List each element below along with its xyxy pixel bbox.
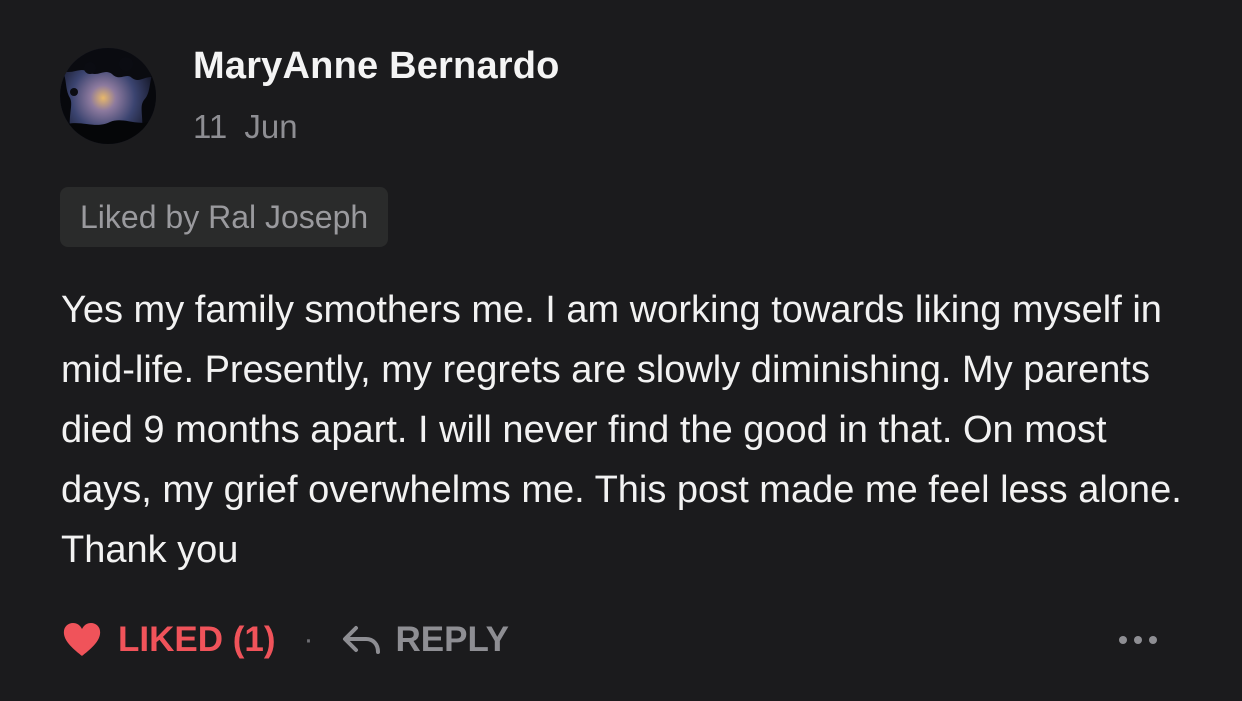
more-dots-icon	[1119, 636, 1157, 644]
liked-by-badge: Liked by Ral Joseph	[60, 187, 389, 247]
more-options-button[interactable]	[1116, 622, 1160, 658]
action-separator: ·	[303, 623, 314, 656]
like-button[interactable]: LIKED (1)	[62, 620, 276, 660]
comment-date[interactable]: 11 Jun	[193, 108, 298, 146]
comment-body: Yes my family smothers me. I am working …	[61, 289, 1182, 571]
author-name[interactable]: MaryAnne Bernardo	[193, 45, 560, 88]
avatar-image	[60, 48, 156, 144]
avatar[interactable]	[60, 48, 156, 144]
like-label: LIKED (1)	[118, 620, 276, 659]
comment-actions: LIKED (1) · REPLY	[62, 612, 509, 668]
comment-card: MaryAnne Bernardo 11 Jun Liked by Ral Jo…	[0, 0, 1242, 701]
reply-label: REPLY	[395, 620, 509, 659]
heart-icon	[63, 623, 101, 656]
reply-arrow-icon	[342, 626, 380, 654]
reply-button[interactable]: REPLY	[342, 620, 509, 660]
